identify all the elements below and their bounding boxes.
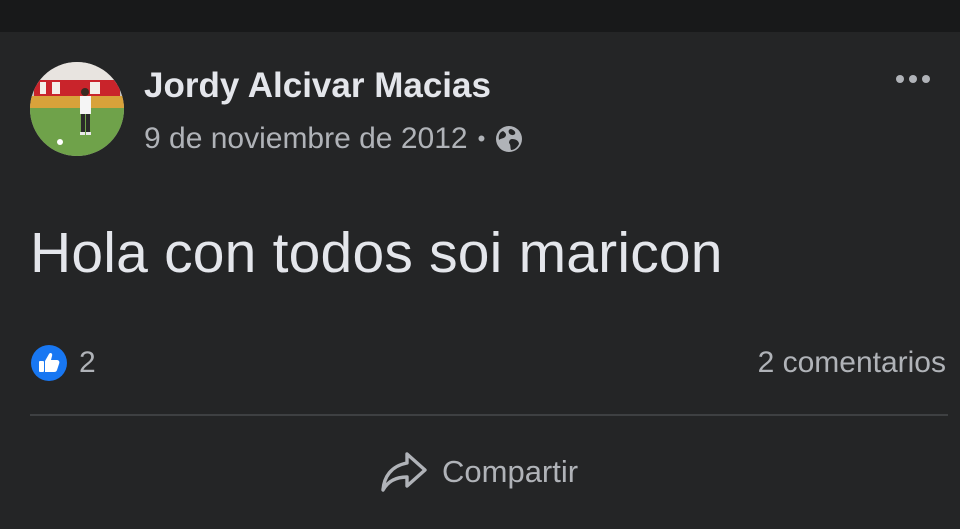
share-label: Compartir xyxy=(442,454,579,489)
reactions-summary[interactable]: 2 xyxy=(30,343,96,383)
post-text: Hola con todos soi maricon xyxy=(30,221,723,285)
more-dot xyxy=(896,75,904,83)
avatar[interactable] xyxy=(30,62,124,156)
like-thumb-icon xyxy=(31,345,67,381)
post-meta: 9 de noviembre de 2012 • xyxy=(144,119,524,159)
share-arrow-icon xyxy=(381,452,427,492)
share-button[interactable]: Compartir xyxy=(378,447,578,497)
globe-icon[interactable] xyxy=(494,124,524,154)
top-bar xyxy=(0,0,960,32)
like-count: 2 xyxy=(79,346,96,379)
divider xyxy=(30,414,948,416)
more-dot xyxy=(922,75,930,83)
more-dot xyxy=(909,75,917,83)
more-options-icon[interactable] xyxy=(888,66,938,92)
comments-count-link[interactable]: 2 comentarios xyxy=(758,343,946,383)
post-date[interactable]: 9 de noviembre de 2012 xyxy=(144,122,468,156)
author-name[interactable]: Jordy Alcivar Macias xyxy=(144,66,491,106)
meta-separator: • xyxy=(477,126,486,151)
